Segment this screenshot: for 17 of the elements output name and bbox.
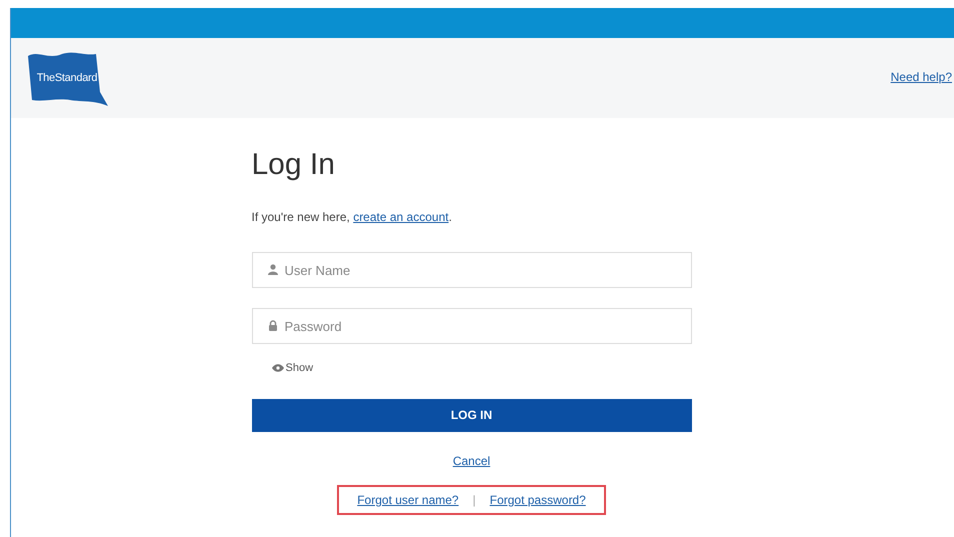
input-field[interactable]: User Name	[252, 252, 692, 288]
forgot-password-link[interactable]: Forgot password?	[490, 490, 586, 508]
separator: |	[472, 492, 476, 508]
show-password-toggle[interactable]: Show	[272, 360, 314, 376]
show-label: Show	[286, 361, 314, 376]
logo: TheStandard	[26, 50, 108, 106]
page-title: Log In	[252, 150, 336, 180]
user-icon	[268, 264, 278, 275]
login-button[interactable]: LOG IN	[252, 398, 692, 432]
eye-icon	[272, 364, 284, 372]
forgot-username-link[interactable]: Forgot user name?	[357, 490, 459, 508]
need-help-link[interactable]: Need help?	[890, 68, 952, 86]
lock-icon	[268, 320, 278, 331]
intro-text: If you're new here, create an account.	[252, 209, 453, 226]
create-account-link[interactable]: create an account	[353, 210, 449, 224]
input-field[interactable]: Password	[252, 308, 692, 344]
cancel-link[interactable]: Cancel	[452, 452, 490, 470]
